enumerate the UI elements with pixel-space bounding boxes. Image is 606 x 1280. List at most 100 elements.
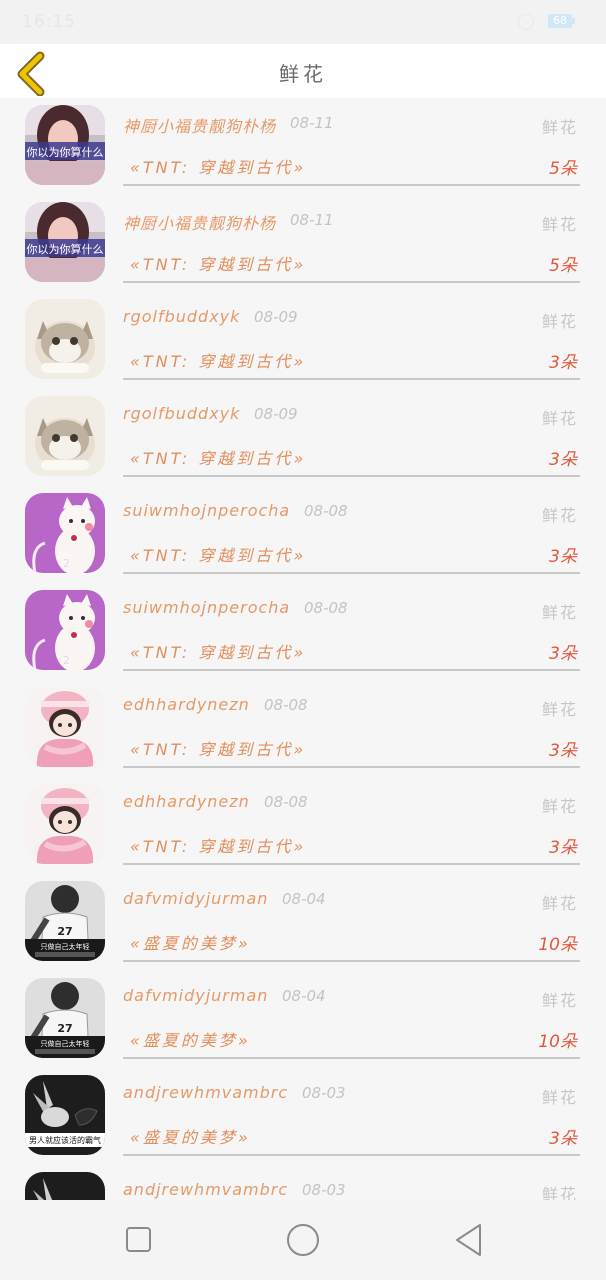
flower-count: 3朵 — [549, 353, 577, 373]
flower-count: 3朵 — [549, 644, 577, 664]
svg-text:你以为你算什么: 你以为你算什么 — [27, 242, 104, 256]
status-bar: 16:15 68 — [0, 0, 606, 44]
send-date: 08-03 — [302, 1084, 346, 1102]
gift-type-label: 鲜花 — [541, 700, 578, 719]
gift-type-label: 鲜花 — [541, 215, 578, 234]
divider — [123, 960, 580, 962]
list-item[interactable]: rgolfbuddxyk 08-09 鲜花 «TNT: 穿越到古代» 3朵 — [0, 389, 606, 486]
avatar[interactable]: 你以为你算什么 — [25, 202, 105, 282]
list-item[interactable]: 2 suiwmhojnperocha 08-08 鲜花 «TNT: 穿越到古代» 3朵 — [0, 583, 606, 680]
sender-name: andjrewhmvambrc — [123, 1083, 289, 1102]
work-title[interactable]: «TNT: 穿越到古代» — [130, 251, 306, 275]
list-item[interactable]: 你以为你算什么 神厨小福贵靓狗朴杨 08-11 鲜花 «TNT: 穿越到古代» 5朵 — [0, 98, 606, 195]
sender-name: edhhardynezn — [123, 792, 250, 811]
flower-count: 3朵 — [549, 450, 577, 470]
alarm-icon — [518, 14, 534, 30]
divider — [123, 1154, 580, 1156]
avatar[interactable]: 2 — [25, 590, 105, 670]
divider — [123, 184, 580, 186]
divider — [123, 572, 580, 574]
list-item[interactable]: edhhardynezn 08-08 鲜花 «TNT: 穿越到古代» 3朵 — [0, 680, 606, 777]
flower-count: 5朵 — [549, 159, 577, 179]
gift-type-label: 鲜花 — [541, 409, 578, 428]
back-nav-button[interactable] — [454, 1222, 484, 1262]
list-item[interactable]: edhhardynezn 08-08 鲜花 «TNT: 穿越到古代» 3朵 — [0, 777, 606, 874]
home-button[interactable] — [286, 1222, 320, 1262]
work-title[interactable]: «TNT: 穿越到古代» — [130, 736, 306, 760]
header: 鲜花 — [0, 44, 606, 98]
send-date: 08-08 — [304, 599, 348, 617]
svg-text:只做自己太年轻: 只做自己太年轻 — [41, 942, 90, 951]
avatar[interactable]: 男人就应该活的霸气 — [25, 1075, 105, 1155]
list-item[interactable]: 男人就应该活的霸气 andjrewhmvambrc 08-03 鲜花 «盛夏的美梦» 3朵 — [0, 1068, 606, 1165]
flower-count: 3朵 — [549, 1129, 577, 1149]
avatar[interactable]: 27 只做自己太年轻 — [25, 978, 105, 1058]
svg-text:2: 2 — [63, 557, 70, 570]
sender-name: rgolfbuddxyk — [123, 404, 241, 423]
gift-type-label: 鲜花 — [541, 1185, 578, 1200]
work-title[interactable]: «TNT: 穿越到古代» — [130, 833, 306, 857]
list-item[interactable]: 你以为你算什么 神厨小福贵靓狗朴杨 08-11 鲜花 «TNT: 穿越到古代» 5朵 — [0, 195, 606, 292]
divider — [123, 669, 580, 671]
list-item[interactable]: rgolfbuddxyk 08-09 鲜花 «TNT: 穿越到古代» 3朵 — [0, 292, 606, 389]
work-title[interactable]: «盛夏的美梦» — [130, 1124, 251, 1148]
gift-type-label: 鲜花 — [541, 797, 578, 816]
sender-name: andjrewhmvambrc — [123, 1180, 289, 1199]
divider — [123, 281, 580, 283]
send-date: 08-08 — [304, 502, 348, 520]
sender-name: dafvmidyjurman — [123, 889, 269, 908]
send-date: 08-09 — [254, 405, 298, 423]
svg-text:你以为你算什么: 你以为你算什么 — [27, 145, 104, 159]
work-title[interactable]: «TNT: 穿越到古代» — [130, 639, 306, 663]
gift-type-label: 鲜花 — [541, 894, 578, 913]
avatar[interactable] — [25, 299, 105, 379]
avatar[interactable] — [25, 687, 105, 767]
sender-name: suiwmhojnperocha — [123, 598, 291, 617]
divider — [123, 1057, 580, 1059]
gift-type-label: 鲜花 — [541, 312, 578, 331]
sender-name: 神厨小福贵靓狗朴杨 — [123, 117, 277, 136]
avatar[interactable]: 你以为你算什么 — [25, 105, 105, 185]
avatar[interactable]: 27 只做自己太年轻 — [25, 881, 105, 961]
list-item[interactable]: 27 只做自己太年轻 dafvmidyjurman 08-04 鲜花 «盛夏的美梦» 10朵 — [0, 971, 606, 1068]
gift-type-label: 鲜花 — [541, 991, 578, 1010]
recent-apps-button[interactable] — [125, 1222, 153, 1262]
sender-name: suiwmhojnperocha — [123, 501, 291, 520]
svg-text:2: 2 — [63, 654, 70, 667]
divider — [123, 863, 580, 865]
avatar[interactable] — [25, 784, 105, 864]
svg-text:27: 27 — [57, 925, 72, 938]
sender-name: dafvmidyjurman — [123, 986, 269, 1005]
page-title: 鲜花 — [279, 62, 327, 86]
flower-record-list[interactable]: 你以为你算什么 神厨小福贵靓狗朴杨 08-11 鲜花 «TNT: 穿越到古代» 5朵 你以为… — [0, 98, 606, 1200]
flower-count: 3朵 — [549, 838, 577, 858]
work-title[interactable]: «TNT: 穿越到古代» — [130, 445, 306, 469]
flower-count: 3朵 — [549, 741, 577, 761]
avatar[interactable] — [25, 396, 105, 476]
gift-type-label: 鲜花 — [541, 1088, 578, 1107]
gift-type-label: 鲜花 — [541, 118, 578, 137]
battery-tip — [572, 18, 575, 24]
divider — [123, 378, 580, 380]
work-title[interactable]: «TNT: 穿越到古代» — [130, 348, 306, 372]
work-title[interactable]: «TNT: 穿越到古代» — [130, 542, 306, 566]
avatar[interactable]: 2 — [25, 493, 105, 573]
send-date: 08-08 — [264, 696, 308, 714]
battery-icon: 68 — [548, 14, 572, 28]
avatar[interactable] — [25, 1172, 105, 1200]
list-item[interactable]: 27 只做自己太年轻 dafvmidyjurman 08-04 鲜花 «盛夏的美梦» 10朵 — [0, 874, 606, 971]
triangle-back-icon — [456, 1224, 481, 1256]
list-item[interactable]: 2 suiwmhojnperocha 08-08 鲜花 «TNT: 穿越到古代» 3朵 — [0, 486, 606, 583]
work-title[interactable]: «盛夏的美梦» — [130, 1027, 251, 1051]
square-icon — [126, 1227, 151, 1252]
work-title[interactable]: «TNT: 穿越到古代» — [130, 154, 306, 178]
gift-type-label: 鲜花 — [541, 506, 578, 525]
list-item[interactable]: andjrewhmvambrc 08-03 鲜花 — [0, 1165, 606, 1200]
send-date: 08-04 — [282, 890, 326, 908]
send-date: 08-11 — [290, 211, 334, 229]
sender-name: rgolfbuddxyk — [123, 307, 241, 326]
work-title[interactable]: «盛夏的美梦» — [130, 930, 251, 954]
flower-count: 10朵 — [538, 935, 577, 955]
send-date: 08-09 — [254, 308, 298, 326]
send-date: 08-11 — [290, 114, 334, 132]
